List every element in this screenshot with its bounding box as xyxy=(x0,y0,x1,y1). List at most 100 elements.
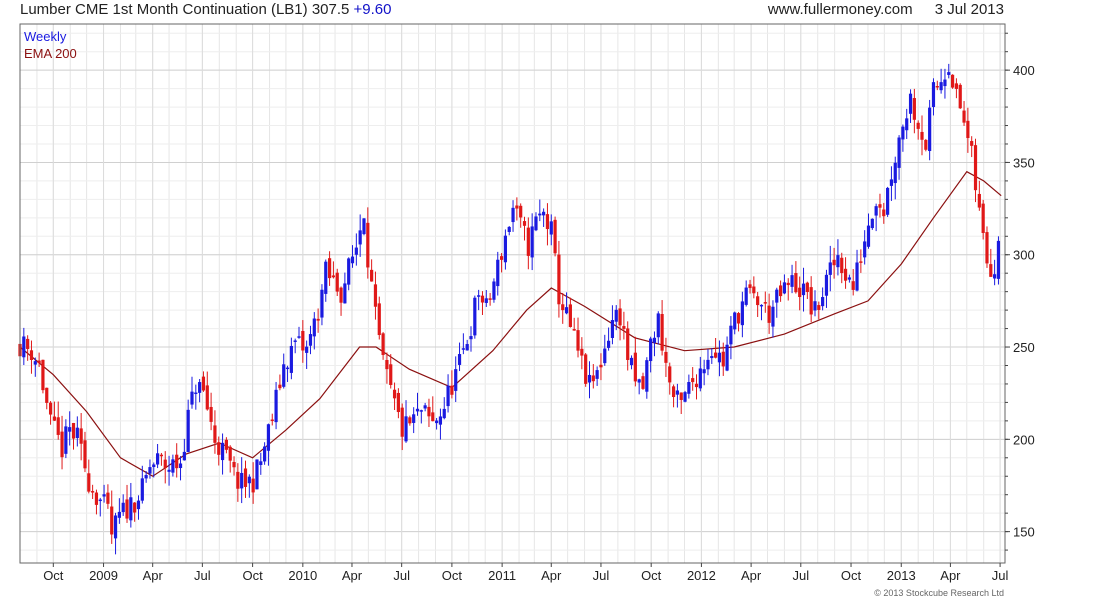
candle-body xyxy=(171,459,175,473)
candle-body xyxy=(652,337,657,343)
y-tick-label: 300 xyxy=(1013,248,1035,263)
candle-body xyxy=(603,348,607,364)
candle xyxy=(561,292,565,324)
plot-frame xyxy=(19,23,1006,564)
candle xyxy=(782,274,787,295)
candle xyxy=(843,257,848,289)
x-tick-label: 2011 xyxy=(488,568,516,583)
candle xyxy=(989,248,993,277)
candle xyxy=(289,337,293,380)
candle xyxy=(282,353,286,389)
candle-body xyxy=(198,382,202,393)
candle xyxy=(679,392,683,415)
legend-weekly: Weekly xyxy=(24,29,67,44)
candle xyxy=(694,374,699,400)
candle xyxy=(675,383,679,408)
candle xyxy=(809,276,813,323)
candle-body xyxy=(507,226,511,232)
candle xyxy=(950,74,955,89)
candle-body xyxy=(778,285,783,297)
candle xyxy=(943,68,947,99)
candle-body xyxy=(775,289,779,303)
candle-body xyxy=(240,472,244,489)
candle-body xyxy=(75,427,79,438)
candle xyxy=(928,99,932,161)
candle-body xyxy=(358,230,362,245)
candle-body xyxy=(419,410,423,412)
candle-body xyxy=(308,334,313,346)
candle-body xyxy=(870,218,874,229)
candle xyxy=(305,340,309,369)
candle-body xyxy=(370,269,374,282)
candle xyxy=(886,186,890,217)
y-axis: 150 200 250 300 350 400 xyxy=(1005,32,1035,551)
candle xyxy=(496,251,500,296)
candle-body xyxy=(480,295,485,303)
candle xyxy=(733,311,737,335)
candle-body xyxy=(477,295,481,297)
candle xyxy=(889,166,894,201)
candle xyxy=(855,249,859,292)
candle-body xyxy=(943,79,947,87)
candle-body xyxy=(733,312,737,330)
candle xyxy=(626,321,630,371)
candle-body xyxy=(167,469,171,472)
candle xyxy=(920,115,924,156)
candle-body xyxy=(568,304,572,327)
candle-body xyxy=(924,139,928,150)
candle-body xyxy=(656,313,660,338)
x-tick-label: Oct xyxy=(242,568,263,583)
candle-body xyxy=(599,364,603,368)
candle-body xyxy=(488,298,492,300)
candle xyxy=(947,63,951,79)
candle xyxy=(320,284,324,326)
candle-body xyxy=(660,314,664,351)
candle-body xyxy=(186,409,190,453)
candle-body xyxy=(110,506,114,535)
candle-body xyxy=(140,478,144,501)
candle-body xyxy=(706,359,710,370)
candle-body xyxy=(362,218,366,235)
candle-body xyxy=(64,426,68,454)
candle xyxy=(213,410,217,454)
candle-body xyxy=(572,329,576,331)
candle-body xyxy=(327,258,332,279)
candle-body xyxy=(530,226,534,258)
x-tick-label: Apr xyxy=(342,568,363,583)
candle xyxy=(465,339,469,351)
candle xyxy=(534,212,538,232)
candle xyxy=(584,353,588,387)
candle-body xyxy=(763,302,767,304)
candle xyxy=(603,334,607,366)
candle-body xyxy=(633,352,637,382)
candle-body xyxy=(901,126,905,140)
candle-body xyxy=(576,330,580,351)
candle xyxy=(71,422,76,450)
candle xyxy=(866,213,871,249)
candle-body xyxy=(289,345,293,373)
candle xyxy=(912,88,916,134)
price-chart: 150 200 250 300 350 400 Oct 2009 Apr Jul Oct 2010 A… xyxy=(18,23,1035,583)
candle xyxy=(993,259,997,286)
candle-body xyxy=(683,392,687,402)
candle-body xyxy=(744,287,748,305)
candle xyxy=(660,300,664,356)
candle xyxy=(236,463,240,502)
candle xyxy=(392,382,397,411)
candle-body xyxy=(182,451,186,461)
candle-body xyxy=(266,424,271,451)
candle xyxy=(786,278,790,301)
candle-body xyxy=(698,368,702,389)
copyright-text: © 2013 Stockcube Research Ltd xyxy=(874,588,1004,598)
candle-body xyxy=(102,494,106,497)
candle xyxy=(182,438,186,461)
candle-body xyxy=(882,209,886,217)
candle xyxy=(331,261,336,279)
candle xyxy=(610,305,615,345)
candle-body xyxy=(584,354,588,384)
candle xyxy=(56,401,60,440)
candle xyxy=(599,353,603,381)
candle xyxy=(828,245,832,292)
candle xyxy=(981,199,985,240)
candle xyxy=(64,419,68,459)
